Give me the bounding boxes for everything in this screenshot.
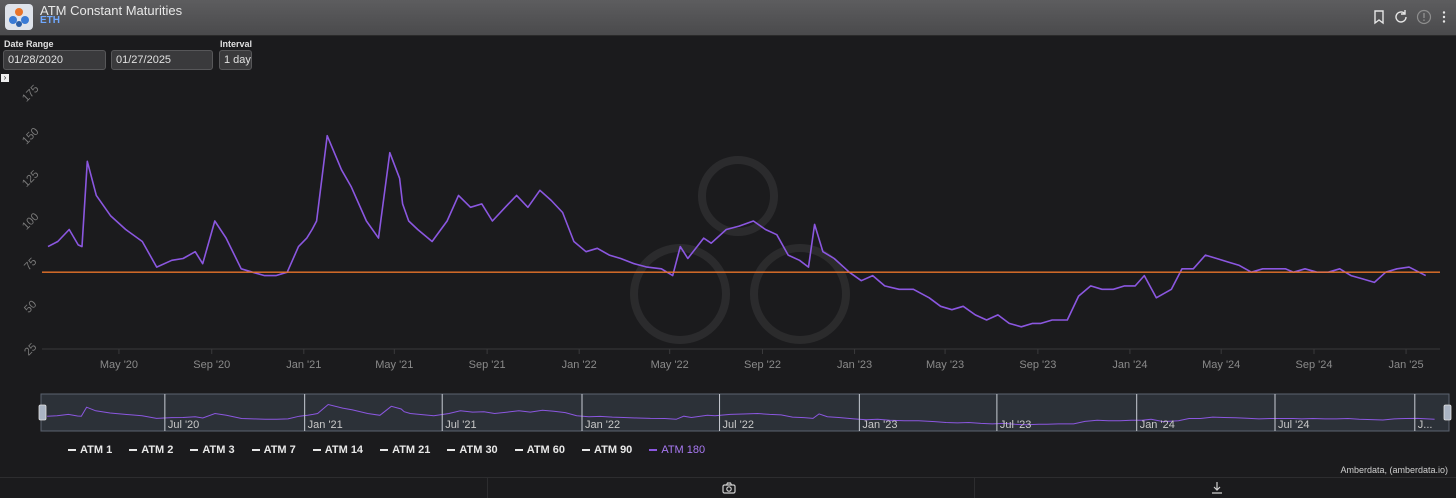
navigator-tick-label: Jul '20 (168, 419, 199, 431)
x-tick-label: Jan '21 (286, 359, 321, 371)
legend-item-atm-2[interactable]: ATM 2 (129, 444, 173, 456)
legend-swatch (380, 449, 389, 452)
start-date-input[interactable]: 01/28/2020 (3, 50, 106, 70)
info-icon[interactable] (1416, 9, 1432, 25)
legend-item-atm-60[interactable]: ATM 60 (514, 444, 565, 456)
legend-swatch (312, 449, 321, 452)
chart-credit: Amberdata, (amberdata.io) (1340, 465, 1448, 475)
legend-swatch (68, 449, 76, 452)
navigator-left-handle[interactable] (38, 404, 47, 421)
bookmark-icon[interactable] (1371, 9, 1387, 25)
x-tick-label: May '22 (651, 359, 689, 371)
legend-item-atm-30[interactable]: ATM 30 (447, 444, 498, 456)
y-tick-label: 125 (20, 168, 41, 189)
interval-select[interactable]: 1 day (219, 50, 252, 70)
chart-controls: Date Range 01/28/2020 01/27/2025 Interva… (0, 38, 1456, 78)
legend-label: ATM 21 (392, 444, 431, 456)
navigator-tick-label: Jul '23 (1000, 419, 1031, 431)
navigator-tick-label: Jul '24 (1278, 419, 1309, 431)
download-icon[interactable] (1210, 481, 1224, 495)
legend-swatch (649, 449, 658, 452)
interval-label: Interval (220, 39, 253, 49)
x-tick-label: Jan '23 (837, 359, 872, 371)
legend-swatch (514, 449, 523, 452)
legend-label: ATM 14 (324, 444, 364, 456)
legend-label: ATM 90 (594, 444, 633, 456)
y-tick-label: 50 (22, 298, 39, 315)
legend-swatch (251, 449, 260, 452)
x-tick-label: Jan '22 (562, 359, 597, 371)
y-tick-label: 100 (20, 211, 41, 232)
more-menu-icon[interactable] (1439, 9, 1449, 25)
legend-swatch (582, 449, 590, 452)
main-chart[interactable]: 25 50 75 100 125 150 175 May '20 Sep '20 Jan '21 M… (0, 84, 1456, 374)
navigator-right-handle[interactable] (1443, 404, 1452, 421)
navigator-tick-label: J... (1418, 419, 1433, 431)
legend-label: ATM 60 (526, 444, 565, 456)
y-tick-label: 150 (20, 126, 41, 147)
chart-legend: ATM 1 ATM 2 ATM 3 ATM 7 ATM 14 ATM 21 ATM 30 AT… (68, 444, 722, 460)
legend-label: ATM 2 (141, 444, 174, 456)
date-range-label: Date Range (4, 39, 54, 49)
toolbar-divider (487, 478, 488, 498)
legend-label: ATM 30 (459, 444, 498, 456)
x-tick-label: May '23 (926, 359, 964, 371)
y-tick-label: 25 (22, 341, 39, 358)
expand-toggle-icon[interactable]: › (1, 74, 9, 82)
y-tick-label: 175 (20, 84, 41, 104)
x-tick-label: Jan '24 (1112, 359, 1147, 371)
legend-swatch (190, 449, 199, 452)
x-tick-label: Sep '24 (1296, 359, 1333, 371)
legend-label: ATM 3 (202, 444, 235, 456)
navigator-tick-label: Jan '21 (308, 419, 343, 431)
bottom-toolbar (0, 477, 1456, 498)
x-tick-label: Sep '22 (744, 359, 781, 371)
legend-swatch (129, 449, 138, 452)
app-title: ATM Constant Maturities (40, 3, 183, 18)
y-tick-label: 75 (22, 256, 39, 273)
navigator-tick-label: Jan '22 (585, 419, 620, 431)
legend-item-atm-90[interactable]: ATM 90 (582, 444, 632, 456)
refresh-icon[interactable] (1393, 9, 1409, 25)
legend-item-atm-3[interactable]: ATM 3 (190, 444, 235, 456)
navigator-tick-label: Jul '22 (723, 419, 754, 431)
amberdata-watermark (630, 156, 850, 344)
navigator-tick-label: Jan '23 (862, 419, 897, 431)
x-tick-label: Sep '21 (469, 359, 506, 371)
legend-item-atm-21[interactable]: ATM 21 (380, 444, 430, 456)
x-tick-label: Sep '23 (1019, 359, 1056, 371)
navigator-tick-label: Jul '21 (445, 419, 476, 431)
x-tick-label: Sep '20 (193, 359, 230, 371)
legend-label: ATM 180 (661, 444, 706, 456)
amberdata-logo-icon (5, 4, 33, 30)
legend-item-atm-7[interactable]: ATM 7 (251, 444, 296, 456)
navigator-tick-label: Jan '24 (1140, 419, 1175, 431)
legend-item-atm-14[interactable]: ATM 14 (312, 444, 364, 456)
x-tick-label: Jan '25 (1388, 359, 1423, 371)
legend-label: ATM 7 (263, 444, 296, 456)
range-navigator[interactable]: Jul '20 Jan '21 Jul '21 Jan '22 Jul '22 Jan '… (0, 390, 1456, 434)
legend-label: ATM 1 (80, 444, 113, 456)
title-bar: ATM Constant Maturities ETH (0, 0, 1456, 36)
camera-icon[interactable] (722, 481, 736, 495)
x-tick-label: May '21 (375, 359, 413, 371)
legend-item-atm-1[interactable]: ATM 1 (68, 444, 112, 456)
x-tick-label: May '24 (1202, 359, 1240, 371)
asset-label: ETH (40, 15, 60, 26)
toolbar-divider (974, 478, 975, 498)
legend-item-atm-180[interactable]: ATM 180 (649, 444, 705, 456)
x-tick-label: May '20 (100, 359, 138, 371)
legend-swatch (447, 449, 456, 452)
end-date-input[interactable]: 01/27/2025 (111, 50, 213, 70)
